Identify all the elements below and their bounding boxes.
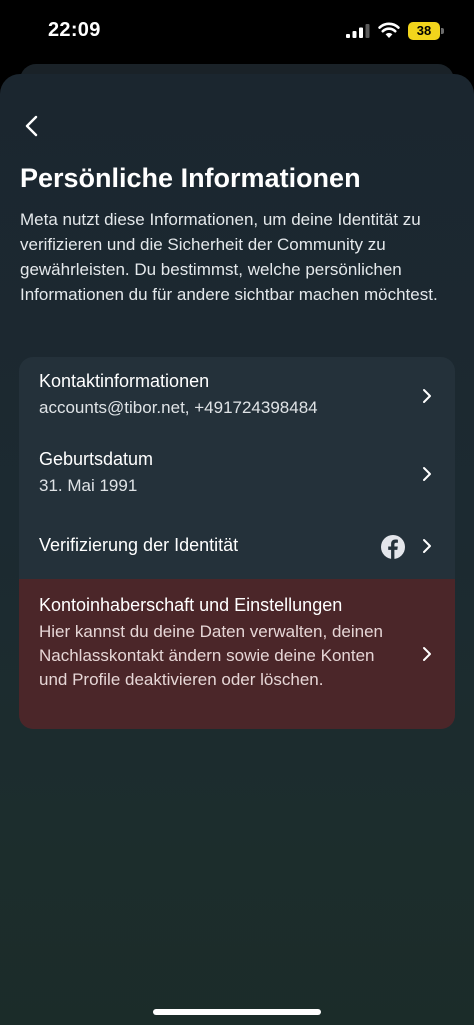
cellular-signal-icon bbox=[346, 24, 370, 38]
contact-info-title: Kontaktinformationen bbox=[39, 371, 210, 391]
chevron-right-icon bbox=[423, 539, 431, 553]
battery-level: 38 bbox=[416, 23, 432, 38]
page-description: Meta nutzt diese Informationen, um deine… bbox=[20, 210, 438, 304]
status-time: 22:09 bbox=[48, 19, 101, 41]
identity-verification-title: Verifizierung der Identität bbox=[39, 535, 239, 555]
account-ownership-title: Kontoinhaberschaft und Einstellungen bbox=[39, 595, 343, 615]
page-title: Persönliche Informationen bbox=[20, 163, 361, 193]
birthday-value: 31. Mai 1991 bbox=[39, 476, 138, 495]
chevron-right-icon bbox=[423, 467, 431, 481]
wifi-icon bbox=[378, 22, 400, 38]
contact-info-item[interactable]: Kontaktinformationen accounts@tibor.net,… bbox=[19, 357, 455, 435]
status-bar: 22:09 38 bbox=[0, 0, 474, 62]
chevron-right-icon bbox=[423, 389, 431, 403]
home-indicator[interactable] bbox=[153, 1009, 321, 1015]
chevron-right-icon bbox=[423, 647, 431, 661]
facebook-icon bbox=[381, 535, 405, 559]
battery-icon: 38 bbox=[408, 22, 440, 40]
battery-tip bbox=[441, 28, 444, 34]
birthday-title: Geburtsdatum bbox=[39, 449, 154, 469]
account-ownership-item[interactable]: Kontoinhaberschaft und Einstellungen Hie… bbox=[19, 579, 455, 729]
contact-info-value: accounts@tibor.net, +491724398484 bbox=[39, 398, 318, 417]
account-ownership-description: Hier kannst du deine Daten verwalten, de… bbox=[39, 622, 383, 689]
chevron-left-icon[interactable] bbox=[18, 112, 46, 140]
identity-verification-item[interactable]: Verifizierung der Identität bbox=[19, 513, 455, 579]
personal-info-card: Kontaktinformationen accounts@tibor.net,… bbox=[19, 357, 455, 729]
birthday-item[interactable]: Geburtsdatum 31. Mai 1991 bbox=[19, 435, 455, 513]
